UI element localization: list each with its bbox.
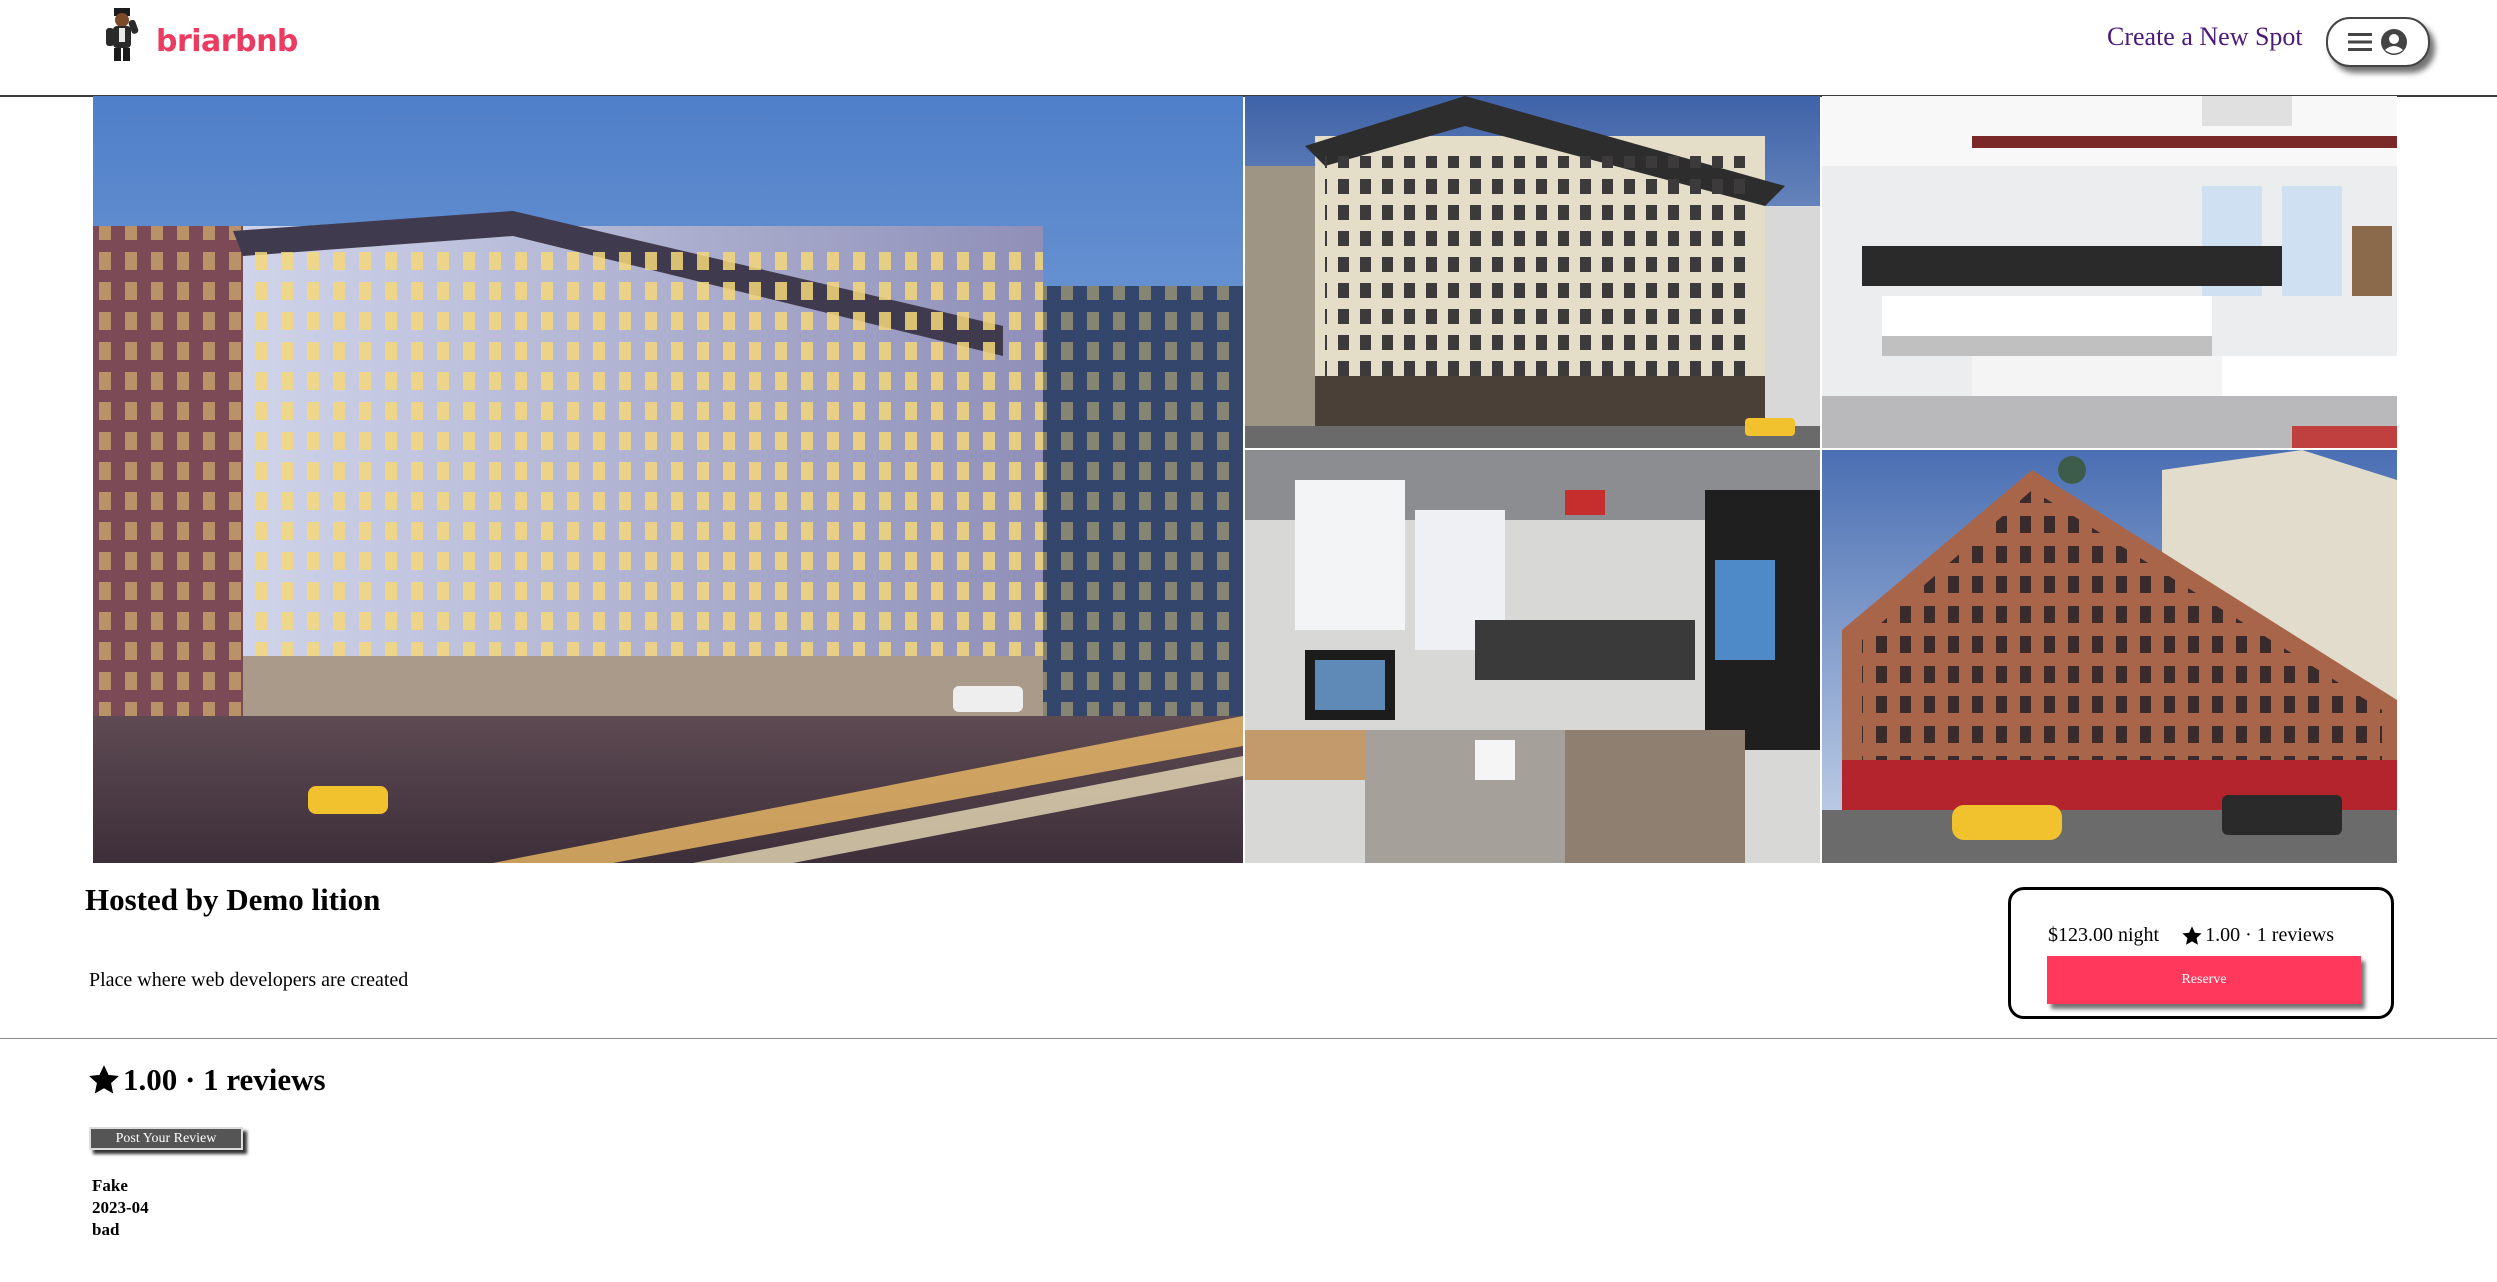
photo-gallery [93,96,2397,863]
profile-menu-button[interactable] [2326,17,2430,67]
spot-details-page: briarbnb Create a New Spot Hosted by Dem… [0,0,2497,1282]
reserve-button[interactable]: Reserve [2047,956,2361,1004]
section-divider [0,1038,2497,1039]
review-author: Fake [92,1176,128,1195]
review-text: bad [92,1220,120,1239]
reviews-summary: 1.00 · 1 reviews [87,1062,326,1098]
reviews-summary-text: 1.00 · 1 reviews [123,1062,326,1097]
star-icon [2182,925,2202,945]
menu-icon [2348,33,2372,51]
review-date: 2023-04 [92,1198,149,1217]
host-title: Hosted by Demo lition [85,882,381,917]
reserve-card: $123.00 night 1.00 · 1 reviews Reserve [2008,887,2394,1019]
review-item: Fake 2023-04 bad [92,1175,149,1241]
post-review-button[interactable]: Post Your Review [89,1127,243,1150]
office-desk-photo [1245,450,1820,863]
spot-description: Place where web developers are created [89,969,409,991]
building-photo [1245,96,1820,448]
brick-building-photo [1822,450,2397,863]
rating-text: 1.00 · 1 reviews [2205,924,2334,946]
logo-mascot-icon [106,8,139,61]
top-nav: briarbnb Create a New Spot [0,0,2497,97]
price-rating-row: $123.00 night 1.00 · 1 reviews [2048,924,2334,947]
price-text: $123.00 night [2048,924,2160,946]
logo-link[interactable]: briarbnb [100,4,298,64]
star-icon [89,1065,119,1094]
main-photo [93,96,1243,863]
user-icon [2381,29,2407,55]
office-interior-photo [1822,96,2397,448]
create-new-spot-link[interactable]: Create a New Spot [2107,22,2303,52]
logo-text: briarbnb [156,23,298,59]
